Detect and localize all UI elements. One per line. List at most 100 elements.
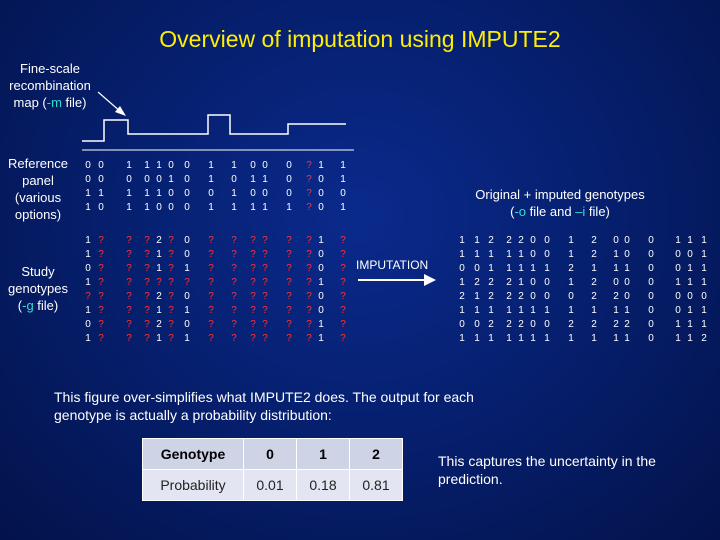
genotype-cell: ? xyxy=(286,291,292,302)
genotype-cell: ? xyxy=(98,333,104,344)
genotype-cell: 1 xyxy=(250,174,256,185)
genotype-cell: ? xyxy=(250,333,256,344)
genotype-cell: 2 xyxy=(474,277,480,288)
genotype-cell: 1 xyxy=(459,277,465,288)
genotype-cell: ? xyxy=(306,188,312,199)
genotype-cell: 0 xyxy=(208,188,214,199)
genotype-cell: 2 xyxy=(488,291,494,302)
genotype-cell: 0 xyxy=(144,174,150,185)
genotype-cell: 1 xyxy=(156,160,162,171)
genotype-cell: 1 xyxy=(687,333,693,344)
genotype-cell: ? xyxy=(98,305,104,316)
genotype-cell: 1 xyxy=(85,305,91,316)
row-prob-1: 0.18 xyxy=(296,469,350,501)
genotype-cell: 0 xyxy=(530,235,536,246)
genotype-cell: ? xyxy=(98,263,104,274)
genotype-cell: ? xyxy=(262,277,268,288)
genotype-cell: 1 xyxy=(340,202,346,213)
genotype-cell: 1 xyxy=(126,160,132,171)
genotype-cell: 0 xyxy=(168,188,174,199)
genotype-cell: 2 xyxy=(701,333,707,344)
genotype-cell: ? xyxy=(286,277,292,288)
genotype-cell: ? xyxy=(144,319,150,330)
genotype-cell: 0 xyxy=(85,160,91,171)
genotype-cell: 2 xyxy=(488,235,494,246)
genotype-cell: 1 xyxy=(488,305,494,316)
genotype-cell: 1 xyxy=(591,333,597,344)
genotype-cell: 0 xyxy=(544,291,550,302)
genotype-cell: 1 xyxy=(98,188,104,199)
genotype-cell: 1 xyxy=(701,277,707,288)
genotype-cell: ? xyxy=(262,291,268,302)
genotype-cell: 1 xyxy=(85,188,91,199)
genotype-cell: 0 xyxy=(568,291,574,302)
genotype-cell: 1 xyxy=(675,319,681,330)
genotype-cell: 1 xyxy=(568,305,574,316)
genotype-cell: 0 xyxy=(530,277,536,288)
genotype-cell: ? xyxy=(250,305,256,316)
genotype-cell: ? xyxy=(144,305,150,316)
genotype-cell: ? xyxy=(250,249,256,260)
genotype-cell: 0 xyxy=(624,249,630,260)
imputation-label: IMPUTATION xyxy=(356,258,429,272)
genotype-cell: 1 xyxy=(85,235,91,246)
genotype-cell: ? xyxy=(340,291,346,302)
genotype-cell: ? xyxy=(98,319,104,330)
genotype-cell: 0 xyxy=(474,319,480,330)
genotype-cell: 1 xyxy=(687,319,693,330)
genotype-cell: 1 xyxy=(250,202,256,213)
genotype-cell: ? xyxy=(184,277,190,288)
genotype-cell: ? xyxy=(126,333,132,344)
genotype-cell: 2 xyxy=(591,319,597,330)
genotype-cell: 1 xyxy=(591,263,597,274)
genotype-cell: 0 xyxy=(184,319,190,330)
genotype-cell: ? xyxy=(340,263,346,274)
genotype-cell: 1 xyxy=(85,277,91,288)
genotype-cell: ? xyxy=(168,291,174,302)
genotype-cell: 1 xyxy=(126,188,132,199)
genotype-cell: 2 xyxy=(591,277,597,288)
genotype-cell: 2 xyxy=(568,319,574,330)
explanation-note: This figure over-simplifies what IMPUTE2… xyxy=(54,389,474,423)
genotype-cell: 0 xyxy=(624,291,630,302)
genotype-cell: 1 xyxy=(518,263,524,274)
genotype-cell: ? xyxy=(250,291,256,302)
genotype-cell: ? xyxy=(231,249,237,260)
genotype-cell: 1 xyxy=(544,263,550,274)
genotype-cell: ? xyxy=(126,319,132,330)
genotype-cell: ? xyxy=(250,319,256,330)
genotype-cell: 2 xyxy=(613,291,619,302)
genotype-cell: ? xyxy=(168,263,174,274)
genotype-cell: 1 xyxy=(459,305,465,316)
genotype-cell: 1 xyxy=(208,202,214,213)
genotype-cell: 0 xyxy=(459,263,465,274)
genotype-cell: 1 xyxy=(624,333,630,344)
genotype-cell: 1 xyxy=(318,333,324,344)
genotype-cell: 0 xyxy=(474,263,480,274)
genotype-cell: ? xyxy=(168,333,174,344)
genotype-cell: 1 xyxy=(506,249,512,260)
genotype-cell: 0 xyxy=(318,188,324,199)
genotype-cell: 1 xyxy=(126,202,132,213)
genotype-cell: ? xyxy=(126,305,132,316)
output-label: Original + imputed genotypes (-o file an… xyxy=(470,186,650,220)
genotype-cell: 1 xyxy=(340,160,346,171)
genotype-cell: 0 xyxy=(544,249,550,260)
header-genotype: Genotype xyxy=(142,438,244,470)
genotype-cell: ? xyxy=(126,277,132,288)
genotype-cell: 2 xyxy=(506,319,512,330)
genotype-cell: 0 xyxy=(544,319,550,330)
genotype-cell: 0 xyxy=(624,277,630,288)
genotype-cell: 0 xyxy=(286,188,292,199)
genotype-cell: 0 xyxy=(318,202,324,213)
genotype-cell: ? xyxy=(286,235,292,246)
genotype-cell: 0 xyxy=(250,160,256,171)
genotype-cell: ? xyxy=(286,305,292,316)
genotype-cell: 1 xyxy=(474,305,480,316)
genotype-cell: ? xyxy=(262,333,268,344)
genotype-cell: ? xyxy=(156,277,162,288)
genotype-cell: 1 xyxy=(518,305,524,316)
genotype-cell: ? xyxy=(126,235,132,246)
genotype-cell: 1 xyxy=(184,305,190,316)
genotype-cell: 1 xyxy=(687,263,693,274)
